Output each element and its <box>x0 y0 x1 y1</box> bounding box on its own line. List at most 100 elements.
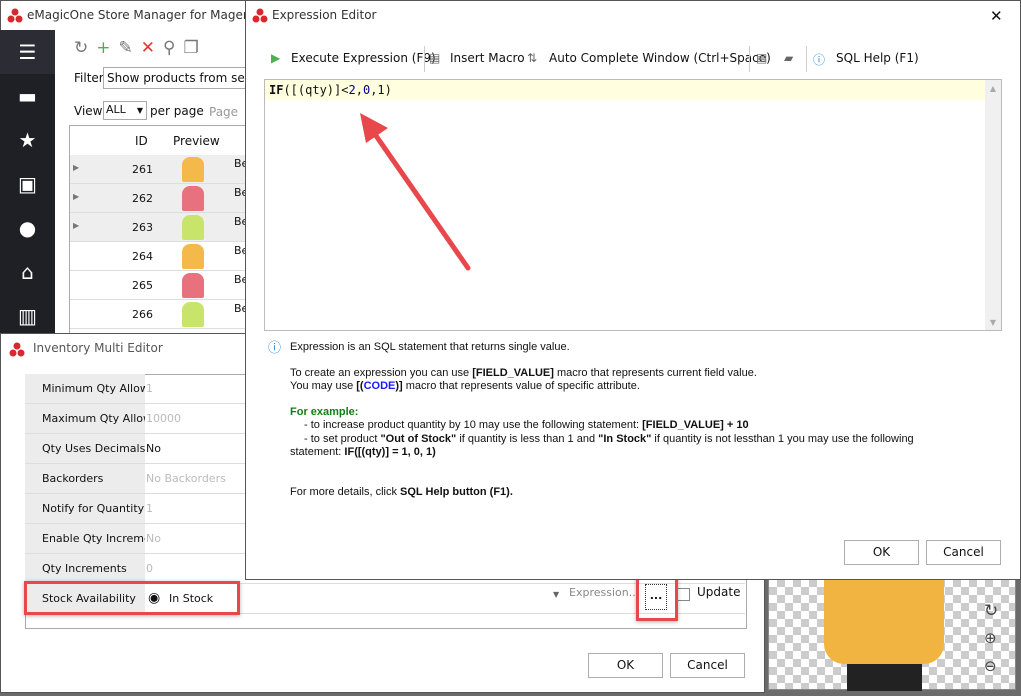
execute-expression-button[interactable]: Execute Expression (F9) <box>291 51 436 65</box>
vertical-scrollbar[interactable]: ▲ ▼ <box>985 80 1001 330</box>
open-folder-icon[interactable]: ▰ <box>784 51 793 65</box>
product-thumbnail <box>182 186 204 211</box>
separator <box>749 46 750 72</box>
prop-label: Qty Increments <box>25 554 145 583</box>
user-icon[interactable]: ● <box>0 206 55 250</box>
insert-macro-icon[interactable]: ▤ <box>429 51 440 65</box>
prop-value[interactable]: 0 <box>146 554 153 583</box>
row-id: 262 <box>132 192 153 205</box>
row-id: 265 <box>132 279 153 292</box>
info-line: For more details, click SQL Help button … <box>290 485 513 498</box>
page-label: Page <box>209 105 239 119</box>
table-row[interactable]: 264 Be <box>70 242 250 271</box>
inventory-cancel-button[interactable]: Cancel <box>670 653 745 678</box>
dialog-title: Inventory Multi Editor <box>33 341 163 355</box>
row-id: 264 <box>132 250 153 263</box>
refresh-icon[interactable]: ↻ <box>74 38 96 58</box>
app-logo-icon <box>7 8 23 27</box>
prop-value[interactable]: No <box>146 524 161 553</box>
app-title: eMagicOne Store Manager for Magento P <box>27 8 274 22</box>
prop-label: Qty Uses Decimals <box>25 434 145 463</box>
code-number: 2 <box>348 83 356 97</box>
close-icon[interactable]: ✕ <box>990 7 1003 25</box>
expression-code-editor[interactable]: IF([(qty)]<2,0,1) ▲ ▼ <box>264 79 1002 331</box>
delete-icon[interactable]: ✕ <box>141 38 163 58</box>
info-line: - to increase product quantity by 10 may… <box>304 419 749 431</box>
product-image-preview: ↻ ⊕ ⊖ <box>768 578 1016 691</box>
code-function: IF <box>269 83 284 97</box>
highlight-stock-availability <box>24 581 240 615</box>
code-token: ) <box>384 83 392 97</box>
play-icon[interactable]: ▶ <box>271 51 280 65</box>
chevron-down-icon: ▼ <box>136 106 143 115</box>
autocomplete-button[interactable]: Auto Complete Window (Ctrl+Space) <box>549 51 771 65</box>
dialog-title: Expression Editor <box>272 8 377 22</box>
archive-icon[interactable]: ▣ <box>0 162 55 206</box>
inventory-ok-button[interactable]: OK <box>588 653 663 678</box>
chevron-down-icon[interactable]: ▼ <box>553 590 559 599</box>
store-icon[interactable]: ▬ <box>0 74 55 118</box>
expression-ok-button[interactable]: OK <box>844 540 919 565</box>
product-thumbnail <box>182 157 204 182</box>
sql-help-button[interactable]: SQL Help (F1) <box>836 51 919 65</box>
row-id: 266 <box>132 308 153 321</box>
row-expand-icon[interactable]: ▶ <box>73 163 79 172</box>
column-preview[interactable]: Preview <box>173 134 220 148</box>
add-icon[interactable]: + <box>96 38 118 58</box>
info-line: statement: IF([(qty)] = 1, 0, 1) <box>290 446 436 458</box>
prop-label: Minimum Qty Allow <box>25 374 145 403</box>
copy-icon[interactable]: ❐ <box>183 38 206 58</box>
reports-icon[interactable]: ▥ <box>0 294 55 338</box>
per-page-label: per page <box>150 104 204 118</box>
table-row[interactable]: ▶ 261 Be <box>70 155 250 184</box>
prop-value[interactable]: No Backorders <box>146 464 226 493</box>
product-thumbnail <box>182 244 204 269</box>
row-id: 261 <box>132 163 153 176</box>
expression-cancel-button[interactable]: Cancel <box>926 540 1001 565</box>
app-logo-icon <box>9 342 25 361</box>
prop-label: Enable Qty Increme <box>25 524 145 553</box>
example-heading: For example: <box>290 405 359 418</box>
zoom-in-icon[interactable]: ⊕ <box>984 629 997 647</box>
basket-icon[interactable]: ⌂ <box>0 250 55 294</box>
table-row[interactable]: ▶ 262 Be <box>70 184 250 213</box>
prop-value[interactable]: 10000 <box>146 404 181 433</box>
rotate-icon[interactable]: ↻ <box>984 601 998 621</box>
highlight-ellipsis-button <box>636 576 678 621</box>
star-icon[interactable]: ★ <box>0 118 55 162</box>
expression-input[interactable]: Expression... <box>569 586 639 599</box>
column-id[interactable]: ID <box>135 134 148 148</box>
save-expression-icon[interactable]: ▤ <box>756 51 767 65</box>
app-logo-icon <box>252 8 268 27</box>
separator <box>806 46 807 72</box>
product-thumbnail <box>182 215 204 240</box>
info-line: You may use [(CODE)] macro that represen… <box>290 380 640 392</box>
table-row[interactable]: ▶ 263 Be <box>70 213 250 242</box>
insert-macro-button[interactable]: Insert Macro <box>450 51 525 65</box>
table-row[interactable]: 266 Be <box>70 300 250 329</box>
table-row[interactable]: 265 Be <box>70 271 250 300</box>
code-token: , <box>355 83 363 97</box>
info-line: - to set product "Out of Stock" if quant… <box>304 432 914 445</box>
info-line: To create an expression you can use [FIE… <box>290 366 757 379</box>
separator <box>424 46 425 72</box>
zoom-out-icon[interactable]: ⊖ <box>984 657 997 675</box>
search-icon[interactable]: ⚲ <box>163 38 183 58</box>
menu-icon[interactable]: ☰ <box>0 30 55 74</box>
prop-value[interactable]: No <box>146 434 161 463</box>
edit-icon[interactable]: ✎ <box>119 38 141 58</box>
filter-select[interactable]: Show products from selec <box>103 67 253 89</box>
row-expand-icon[interactable]: ▶ <box>73 192 79 201</box>
prop-value[interactable]: 1 <box>146 374 153 403</box>
code-token: ([(qty)]< <box>283 83 349 97</box>
row-expand-icon[interactable]: ▶ <box>73 221 79 230</box>
autocomplete-icon[interactable]: ⇅ <box>527 51 537 65</box>
update-checkbox[interactable] <box>677 588 690 601</box>
jacket-image <box>824 579 944 664</box>
prop-value[interactable]: 1 <box>146 494 153 523</box>
help-icon[interactable]: ⓘ <box>813 51 825 68</box>
sidebar: ☰ ▬ ★ ▣ ● ⌂ ▥ <box>0 30 55 340</box>
view-select[interactable]: ALL ▼ <box>103 101 147 120</box>
product-thumbnail <box>182 273 204 298</box>
view-label: View <box>74 104 103 118</box>
